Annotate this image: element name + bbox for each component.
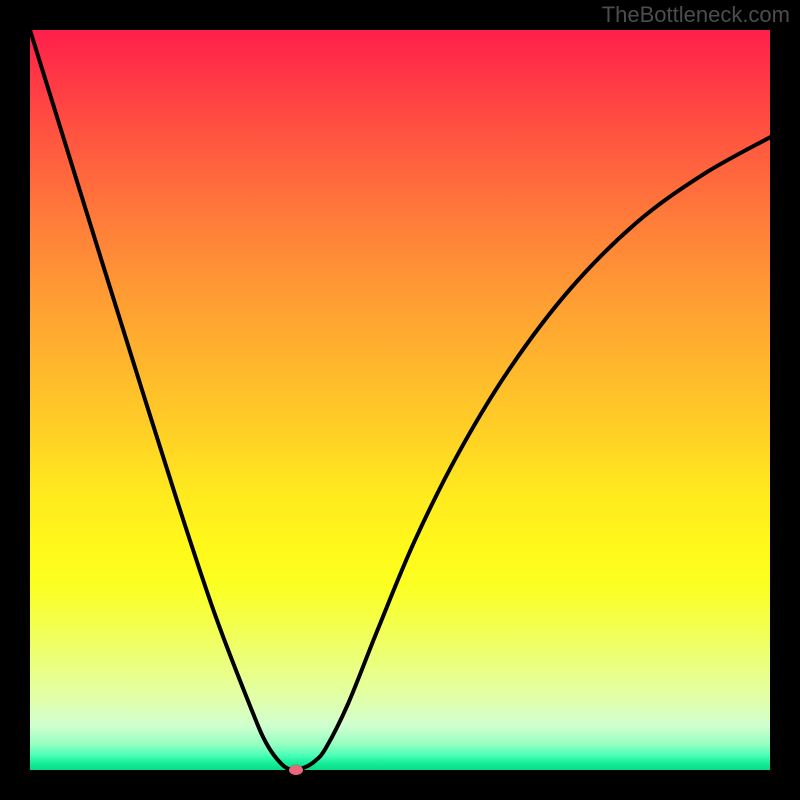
- chart-curve: [30, 30, 770, 770]
- chart-curve-svg: [30, 30, 770, 770]
- chart-plot-area: [30, 30, 770, 770]
- watermark-text: TheBottleneck.com: [602, 2, 790, 28]
- chart-marker-dot: [289, 765, 303, 775]
